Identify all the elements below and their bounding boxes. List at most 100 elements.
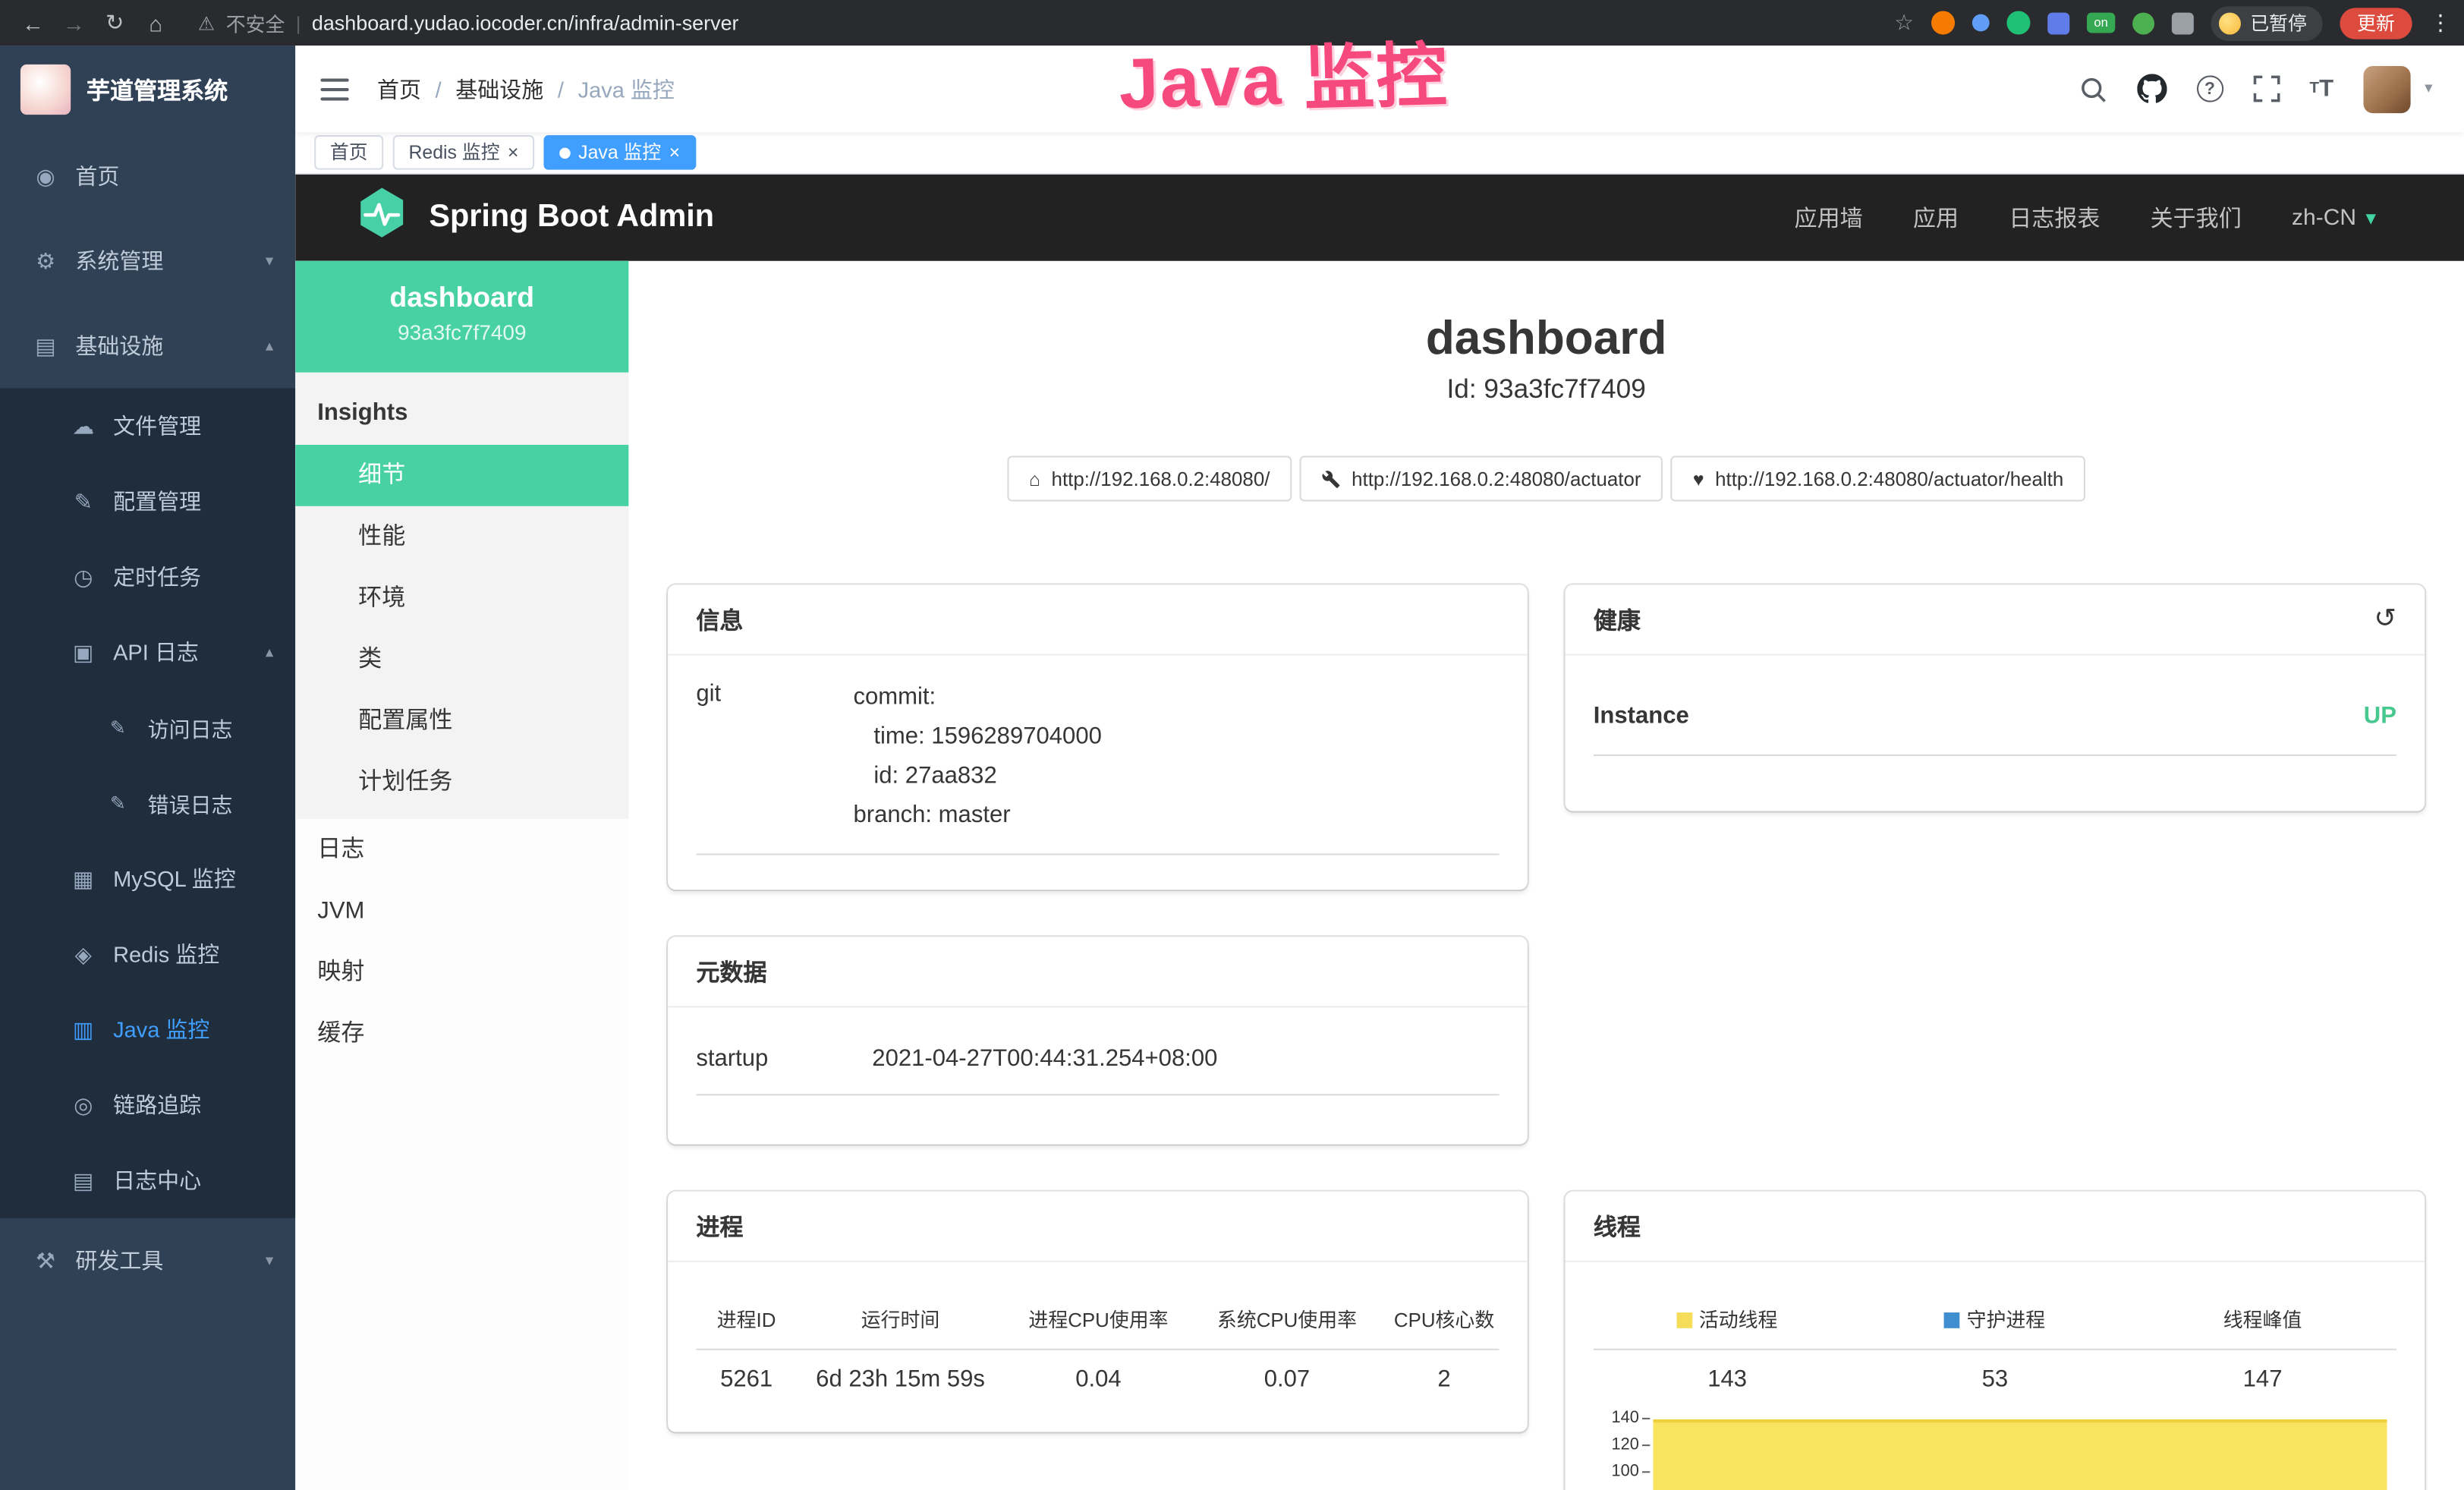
- active-threads-area: [1653, 1419, 2387, 1490]
- log-icon: ▤: [69, 1167, 97, 1194]
- tab-label: 首页: [330, 137, 368, 168]
- sba-item-scheduled-tasks[interactable]: 计划任务: [295, 751, 628, 813]
- user-avatar[interactable]: [2363, 65, 2410, 112]
- process-table-values: 5261 6d 23h 15m 59s 0.04 0.07 2: [696, 1350, 1499, 1393]
- browser-profile-button[interactable]: 已暂停: [2211, 5, 2323, 40]
- browser-menu-icon[interactable]: ⋮: [2429, 9, 2451, 36]
- main-area: 首页 / 基础设施 / Java 监控 ? TT: [295, 46, 2464, 1490]
- refresh-icon[interactable]: ↻: [94, 9, 135, 36]
- address-bar[interactable]: ⚠ 不安全 | dashboard.yudao.iocoder.cn/infra…: [198, 8, 739, 37]
- history-icon[interactable]: ↺: [2374, 603, 2396, 635]
- sba-nav-wallboard[interactable]: 应用墙: [1795, 201, 1863, 234]
- sidebar-item-label: Redis 监控: [113, 938, 219, 969]
- sidebar-item-log-center[interactable]: ▤ 日志中心: [0, 1142, 295, 1218]
- sidebar-item-home[interactable]: ◉ 首页: [0, 134, 295, 219]
- close-icon[interactable]: ×: [508, 143, 519, 162]
- service-url-button[interactable]: ⌂ http://192.168.0.2:48080/: [1007, 456, 1292, 502]
- sba-nav-about[interactable]: 关于我们: [2151, 201, 2242, 234]
- health-url: http://192.168.0.2:48080/actuator/health: [1715, 468, 2063, 490]
- browser-toolbar-right: ☆ on 已暂停 更新 ⋮: [1894, 5, 2451, 40]
- help-icon[interactable]: ?: [2196, 75, 2223, 102]
- sidebar-item-redis-monitor[interactable]: ◈ Redis 监控: [0, 916, 295, 991]
- extension-icon[interactable]: [2047, 12, 2069, 34]
- breadcrumb-item[interactable]: 首页: [377, 73, 421, 104]
- sba-item-environment[interactable]: 环境: [295, 568, 628, 629]
- sidebar-item-link-tracing[interactable]: ◎ 链路追踪: [0, 1067, 295, 1142]
- bookmark-star-icon[interactable]: ☆: [1894, 9, 1914, 36]
- sidebar-item-label: 文件管理: [113, 410, 201, 441]
- sba-item-caches[interactable]: 缓存: [295, 1003, 628, 1064]
- sba-nav-links: 应用墙 应用 日志报表 关于我们 zh-CN ▾: [1795, 201, 2376, 234]
- instance-links: ⌂ http://192.168.0.2:48080/ http://192.1…: [628, 456, 2464, 502]
- sidebar-item-label: Java 监控: [113, 1014, 209, 1045]
- chevron-down-icon: ▾: [266, 1252, 273, 1269]
- sidebar-item-infrastructure[interactable]: ▤ 基础设施 ▴: [0, 304, 295, 389]
- search-icon[interactable]: [2079, 74, 2107, 102]
- chevron-down-icon[interactable]: ▾: [2425, 80, 2432, 98]
- sidebar-item-access-logs[interactable]: ✎ 访问日志: [0, 690, 295, 765]
- breadcrumb-separator: /: [436, 76, 442, 101]
- database-icon: ▦: [69, 865, 97, 892]
- sidebar-item-file-mgmt[interactable]: ☁ 文件管理: [0, 388, 295, 463]
- health-instance-row[interactable]: Instance UP: [1594, 703, 2396, 756]
- security-label: 不安全: [226, 8, 285, 37]
- sidebar-item-system-mgmt[interactable]: ⚙ 系统管理 ▾: [0, 219, 295, 304]
- uptime-value: 6d 23h 15m 59s: [797, 1366, 1004, 1393]
- app-logo: [20, 65, 71, 115]
- extension-icon[interactable]: [1931, 11, 1955, 34]
- sidebar-item-scheduled-jobs[interactable]: ◷ 定时任务: [0, 539, 295, 614]
- edit-icon: ✎: [69, 488, 97, 515]
- sba-instance-header[interactable]: dashboard 93a3fc7f7409: [295, 261, 628, 373]
- y-tick: 120: [1594, 1432, 1651, 1458]
- sidebar-item-error-logs[interactable]: ✎ 错误日志: [0, 765, 295, 840]
- sidebar-item-java-monitor[interactable]: ▥ Java 监控: [0, 992, 295, 1067]
- sidebar-item-label: 基础设施: [75, 330, 163, 361]
- tab-java-monitor[interactable]: Java 监控 ×: [544, 135, 696, 170]
- health-url-button[interactable]: ♥ http://192.168.0.2:48080/actuator/heal…: [1671, 456, 2085, 502]
- sba-nav-journal[interactable]: 日志报表: [2009, 201, 2100, 234]
- sidebar-item-config-mgmt[interactable]: ✎ 配置管理: [0, 464, 295, 539]
- threads-chart-yaxis: 140 120 100: [1594, 1405, 1651, 1490]
- extension-icon[interactable]: [2006, 11, 2030, 34]
- sba-item-performance[interactable]: 性能: [295, 506, 628, 568]
- sba-item-classes[interactable]: 类: [295, 628, 628, 690]
- breadcrumb-item[interactable]: 基础设施: [455, 73, 543, 104]
- forward-icon[interactable]: →: [53, 10, 94, 35]
- tab-home[interactable]: 首页: [314, 135, 383, 170]
- metadata-card: 元数据 startup 2021-04-27T00:44:31.254+08:0…: [668, 937, 1528, 1144]
- extension-icon[interactable]: [2132, 12, 2154, 34]
- sidebar-item-api-logs[interactable]: ▣ API 日志 ▴: [0, 615, 295, 690]
- close-icon[interactable]: ×: [669, 143, 681, 162]
- health-card: 健康 ↺ Instance UP: [1566, 584, 2425, 811]
- browser-home-icon[interactable]: ⌂: [135, 10, 176, 35]
- card-title: 元数据: [696, 955, 766, 988]
- sba-nav-applications[interactable]: 应用: [1913, 201, 1959, 234]
- sba-item-logs[interactable]: 日志: [295, 819, 628, 880]
- tab-redis-monitor[interactable]: Redis 监控 ×: [393, 135, 534, 170]
- collapse-sidebar-icon[interactable]: [320, 78, 348, 100]
- extension-icon[interactable]: [1972, 14, 1990, 32]
- font-size-icon[interactable]: TT: [2309, 75, 2333, 102]
- instance-id: 93a3fc7f7409: [295, 320, 628, 344]
- sba-brand[interactable]: Spring Boot Admin: [354, 185, 714, 250]
- github-icon[interactable]: [2137, 74, 2167, 103]
- page-title: dashboard: [628, 308, 2464, 371]
- sidebar-item-mysql-monitor[interactable]: ▦ MySQL 监控: [0, 841, 295, 916]
- app-logo-row[interactable]: 芋道管理系统: [0, 46, 295, 134]
- fullscreen-icon[interactable]: [2253, 75, 2280, 102]
- live-threads-value: 143: [1594, 1366, 1861, 1393]
- sba-item-config-props[interactable]: 配置属性: [295, 690, 628, 751]
- sba-item-details[interactable]: 细节: [295, 445, 628, 506]
- extension-on-badge[interactable]: on: [2087, 13, 2115, 33]
- back-icon[interactable]: ←: [13, 10, 54, 35]
- actuator-url-button[interactable]: http://192.168.0.2:48080/actuator: [1300, 456, 1663, 502]
- sba-item-mappings[interactable]: 映射: [295, 941, 628, 1003]
- threads-values: 143 53 147: [1594, 1350, 2396, 1393]
- sba-item-jvm[interactable]: JVM: [295, 880, 628, 942]
- browser-update-button[interactable]: 更新: [2340, 7, 2412, 38]
- sba-locale-select[interactable]: zh-CN ▾: [2292, 205, 2376, 230]
- extensions-puzzle-icon[interactable]: [2172, 12, 2194, 34]
- sidebar-item-dev-tools[interactable]: ⚒ 研发工具 ▾: [0, 1218, 295, 1303]
- topbar: 首页 / 基础设施 / Java 监控 ? TT: [295, 46, 2464, 132]
- wrench-icon: [1322, 469, 1341, 488]
